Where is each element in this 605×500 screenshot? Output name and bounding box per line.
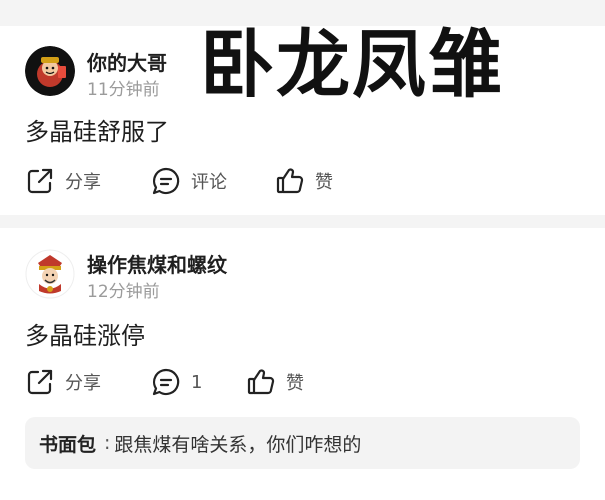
like-icon bbox=[246, 367, 276, 397]
share-button[interactable]: 分享 bbox=[25, 367, 101, 397]
comment-label: 评论 bbox=[191, 172, 227, 193]
comment-icon bbox=[151, 367, 181, 397]
reply-separator: : bbox=[104, 432, 111, 454]
like-button[interactable]: 赞 bbox=[275, 166, 333, 196]
feed: 你的大哥 11分钟前 多晶硅舒服了 分享 评论 赞 卧龙凤雏 操作焦煤和螺纹 1… bbox=[0, 0, 605, 500]
like-label: 赞 bbox=[286, 373, 304, 394]
reply-text: 跟焦煤有啥关系，你们咋想的 bbox=[114, 433, 362, 456]
share-icon bbox=[25, 166, 55, 196]
username[interactable]: 操作焦煤和螺纹 bbox=[87, 249, 227, 278]
avatar[interactable] bbox=[25, 249, 75, 299]
like-button[interactable]: 赞 bbox=[246, 367, 304, 397]
reply-preview[interactable]: 书面包 : 跟焦煤有啥关系，你们咋想的 bbox=[25, 417, 580, 469]
share-button[interactable]: 分享 bbox=[25, 166, 101, 196]
avatar[interactable] bbox=[25, 46, 75, 96]
comment-card: 操作焦煤和螺纹 12分钟前 多晶硅涨停 分享 1 赞 书面包: 跟焦煤有啥关系… bbox=[0, 228, 605, 500]
share-label: 分享 bbox=[65, 172, 101, 193]
like-label: 赞 bbox=[315, 172, 333, 193]
comment-text: 多晶硅涨停 bbox=[25, 322, 145, 350]
comment-text: 多晶硅舒服了 bbox=[25, 118, 169, 146]
timestamp: 12分钟前 bbox=[87, 282, 160, 302]
comment-icon bbox=[151, 166, 181, 196]
share-label: 分享 bbox=[65, 373, 101, 394]
username[interactable]: 你的大哥 bbox=[87, 47, 167, 76]
comment-button[interactable]: 评论 bbox=[151, 166, 227, 196]
overlay-title: 卧龙凤雏 bbox=[200, 22, 504, 108]
comment-button[interactable]: 1 bbox=[151, 367, 202, 397]
timestamp: 11分钟前 bbox=[87, 80, 160, 100]
share-icon bbox=[25, 367, 55, 397]
comment-count: 1 bbox=[191, 371, 203, 393]
reply-author[interactable]: 书面包 bbox=[39, 430, 96, 457]
like-icon bbox=[275, 166, 305, 196]
